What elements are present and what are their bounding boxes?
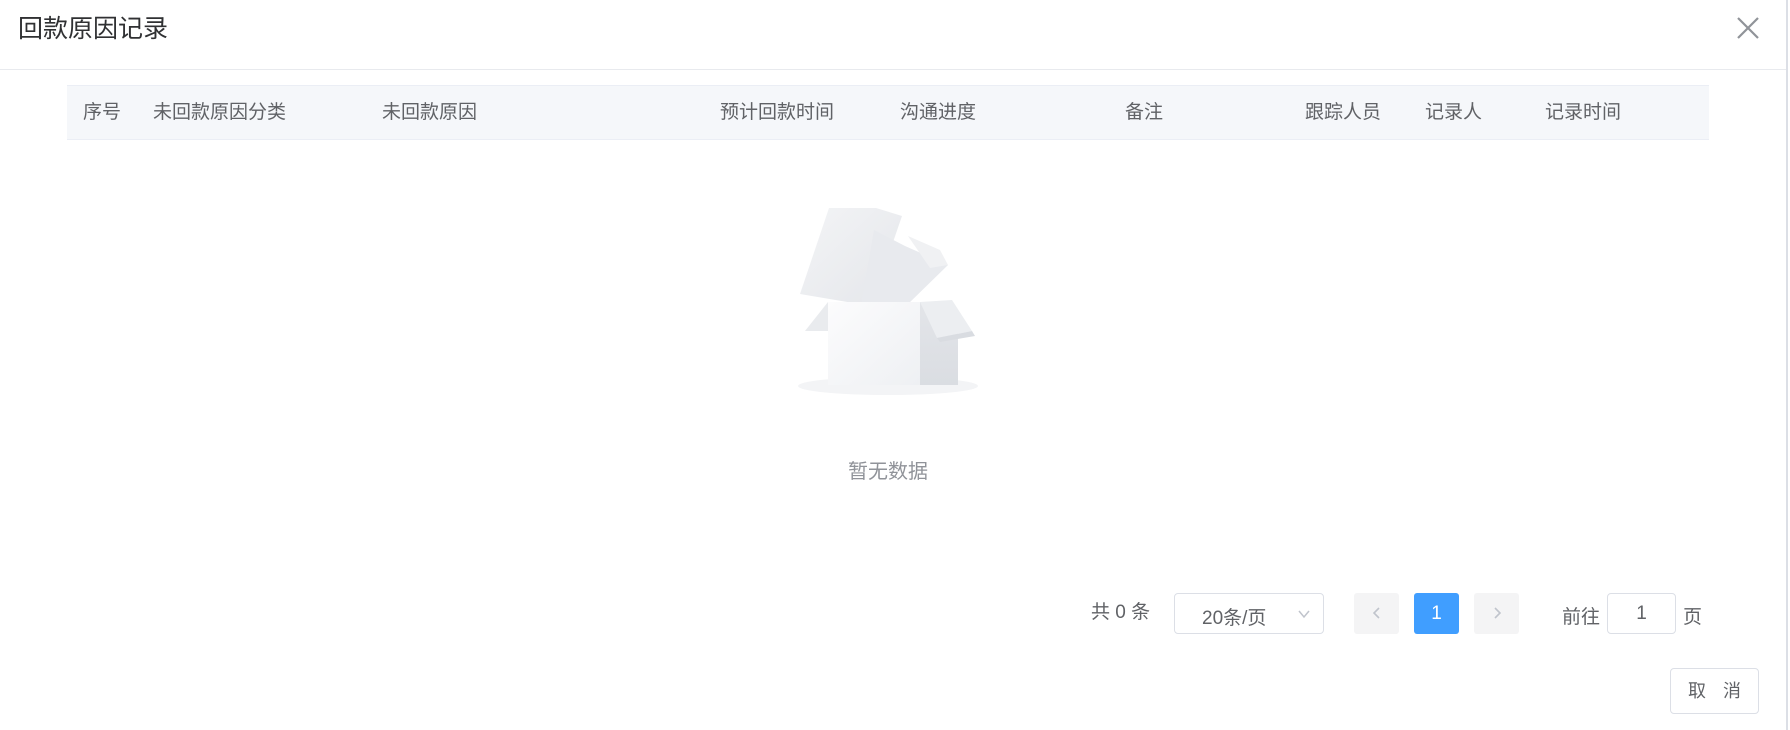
column-header-category[interactable]: 未回款原因分类 bbox=[153, 86, 286, 139]
column-header-reason[interactable]: 未回款原因 bbox=[382, 86, 477, 139]
column-header-index[interactable]: 序号 bbox=[83, 86, 121, 139]
dialog-header: 回款原因记录 bbox=[0, 0, 1786, 70]
pagination-page-suffix: 页 bbox=[1683, 607, 1703, 628]
chevron-down-icon bbox=[1297, 607, 1311, 621]
column-header-remark[interactable]: 备注 bbox=[1125, 86, 1163, 139]
close-icon[interactable] bbox=[1730, 12, 1766, 48]
chevron-right-icon bbox=[1494, 607, 1502, 619]
column-header-recorder[interactable]: 记录人 bbox=[1425, 86, 1482, 139]
column-header-expected-time[interactable]: 预计回款时间 bbox=[720, 86, 834, 139]
dialog: 回款原因记录 序号 未回款原因分类 未回款原因 预计回款时间 沟通进度 备注 跟… bbox=[0, 0, 1790, 730]
column-header-progress[interactable]: 沟通进度 bbox=[900, 86, 976, 139]
empty-box-icon bbox=[790, 208, 990, 398]
pagination-goto-input[interactable] bbox=[1607, 593, 1676, 634]
cancel-button[interactable]: 取 消 bbox=[1670, 668, 1759, 714]
pagination-prev-button[interactable] bbox=[1354, 593, 1399, 634]
column-header-record-time[interactable]: 记录时间 bbox=[1545, 86, 1621, 139]
dialog-border bbox=[1786, 0, 1788, 730]
table-header: 序号 未回款原因分类 未回款原因 预计回款时间 沟通进度 备注 跟踪人员 记录人… bbox=[67, 85, 1709, 140]
empty-text: 暂无数据 bbox=[848, 461, 928, 483]
pagination-next-button[interactable] bbox=[1474, 593, 1519, 634]
pagination-total: 共 0 条 bbox=[1091, 602, 1151, 623]
column-header-tracker[interactable]: 跟踪人员 bbox=[1305, 86, 1381, 139]
page-size-value: 20条/页 bbox=[1202, 608, 1267, 629]
dialog-title: 回款原因记录 bbox=[18, 15, 169, 43]
chevron-left-icon bbox=[1372, 607, 1380, 619]
pagination-page-current[interactable]: 1 bbox=[1414, 593, 1459, 634]
pagination-goto-label: 前往 bbox=[1562, 607, 1601, 628]
page-size-select[interactable]: 20条/页 bbox=[1174, 593, 1324, 634]
